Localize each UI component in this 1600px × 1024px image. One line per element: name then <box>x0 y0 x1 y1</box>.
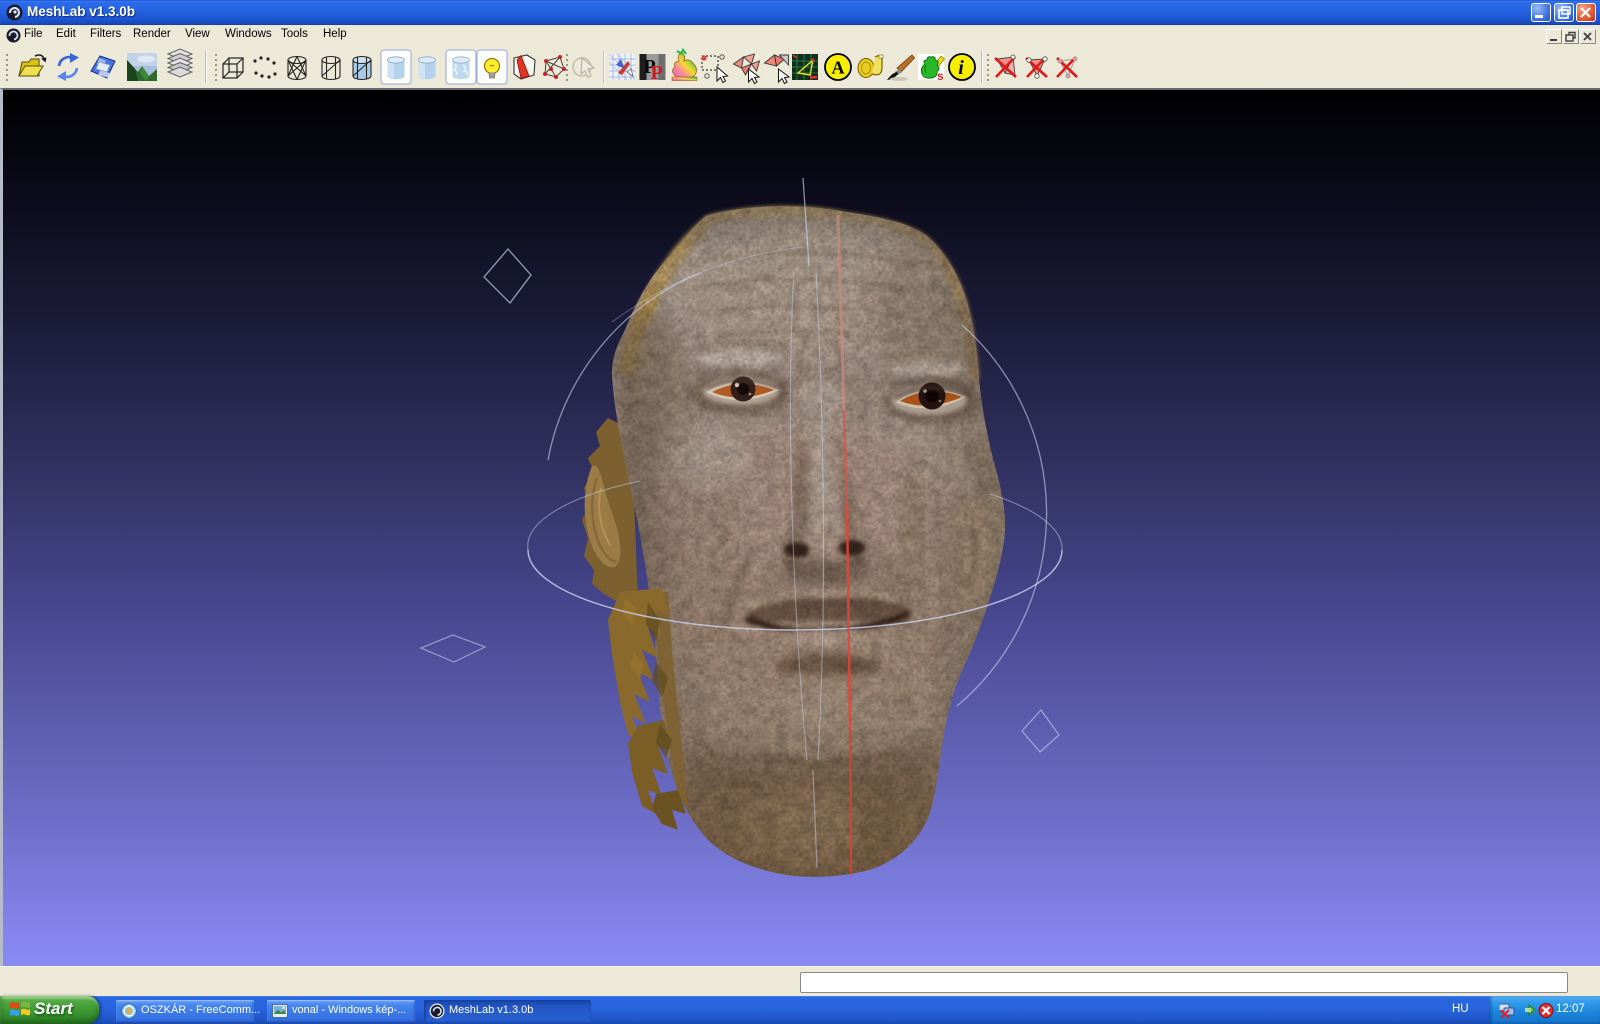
svg-text:i: i <box>958 57 964 79</box>
svg-text:A: A <box>832 58 845 78</box>
svg-text:s: s <box>937 69 944 83</box>
svg-text:P: P <box>651 62 663 84</box>
